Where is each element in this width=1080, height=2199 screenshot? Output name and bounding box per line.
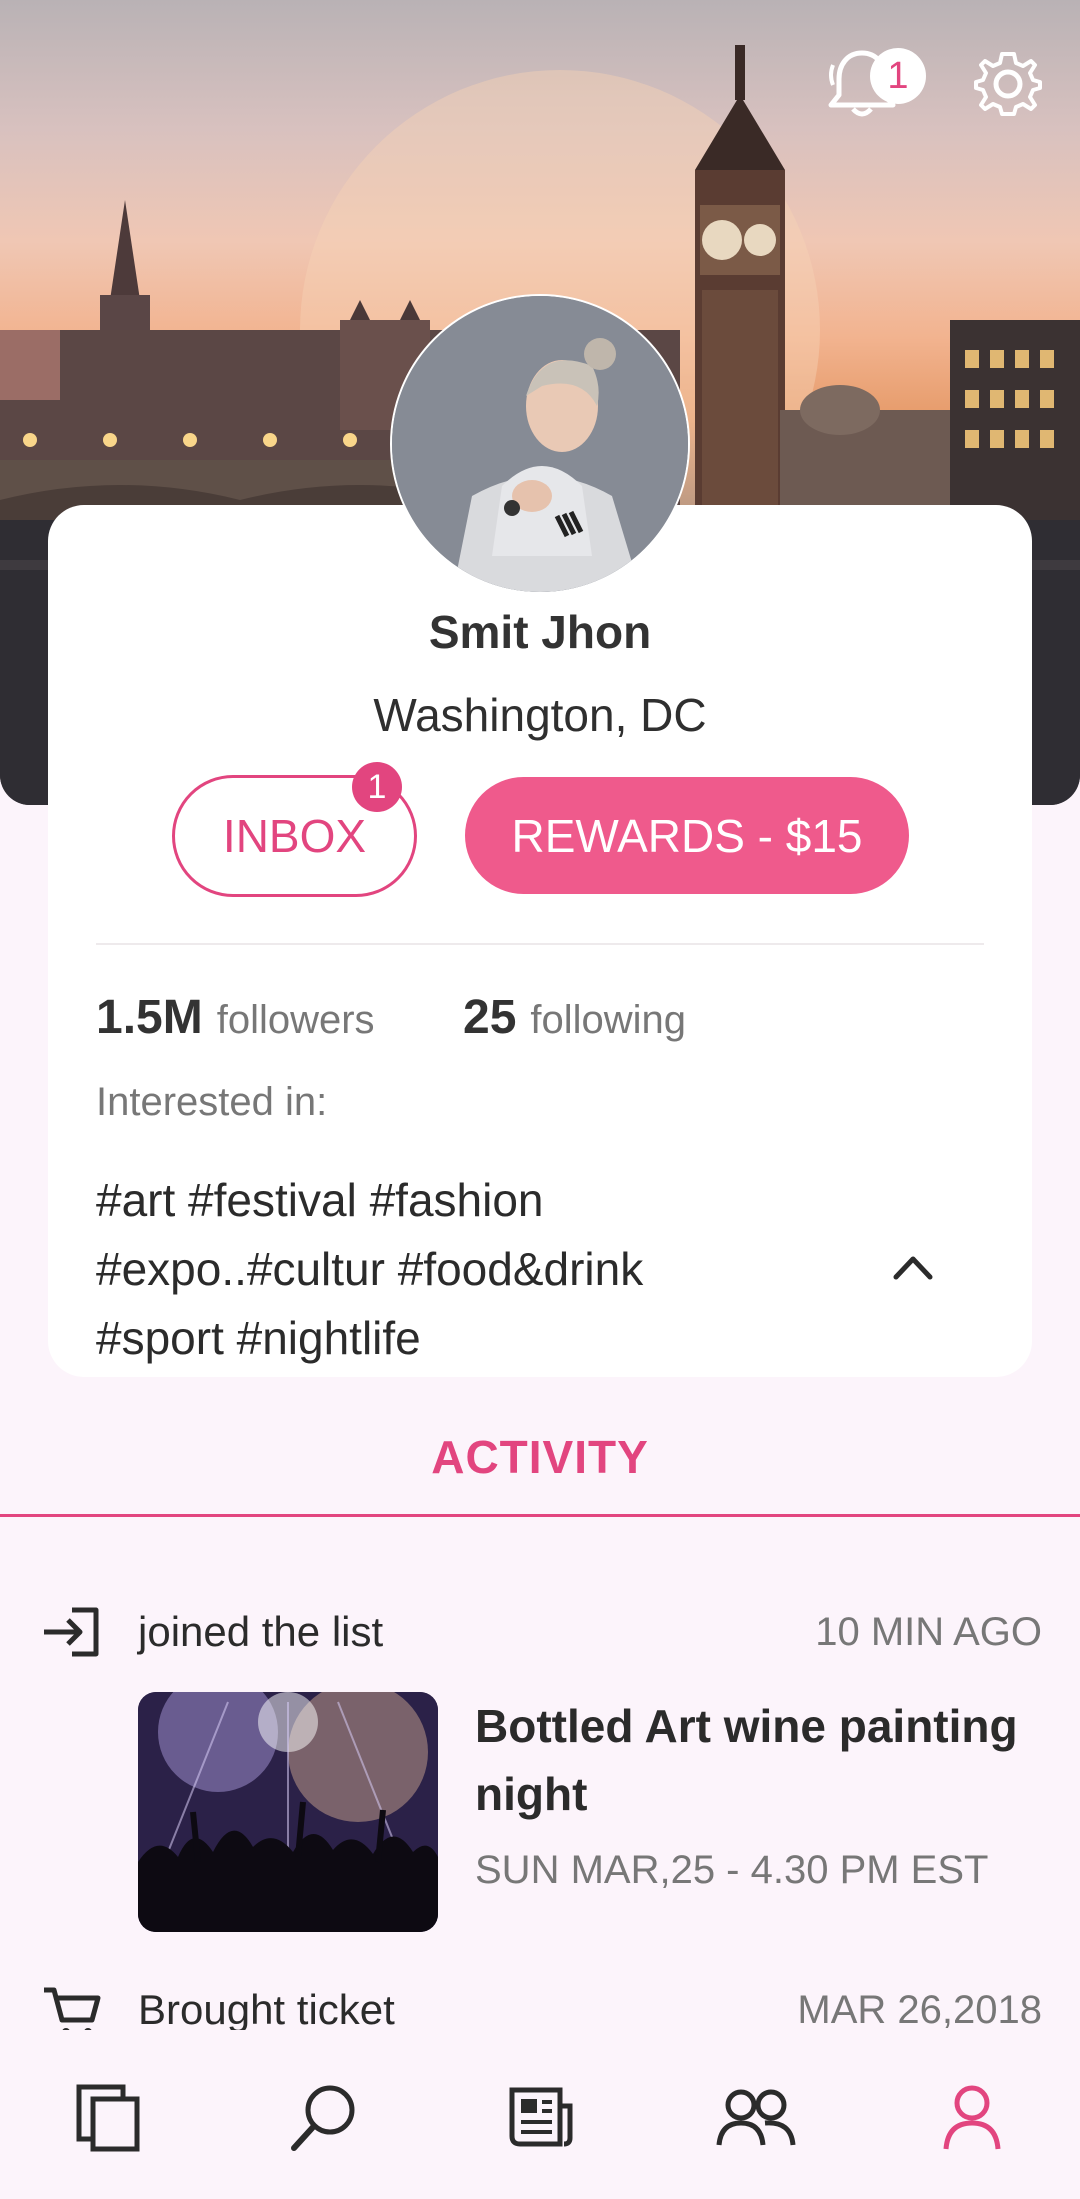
tab-activity[interactable]: ACTIVITY — [0, 1430, 1080, 1484]
nav-news[interactable] — [490, 2068, 590, 2168]
nav-profile[interactable] — [922, 2068, 1022, 2168]
activity-action: Brought ticket — [138, 1986, 395, 2033]
notification-badge: 1 — [870, 48, 926, 104]
activity-time: 10 MIN AGO — [815, 1610, 1042, 1654]
tags-line: #expo..#cultur #food&drink — [96, 1243, 644, 1295]
nav-pages[interactable] — [58, 2068, 158, 2168]
nav-people[interactable] — [706, 2068, 806, 2168]
card-divider — [96, 943, 984, 945]
event-thumbnail[interactable] — [138, 1692, 438, 1932]
nav-search[interactable] — [274, 2068, 374, 2168]
activity-time: MAR 26,2018 — [797, 1988, 1042, 2032]
inbox-badge: 1 — [352, 762, 402, 812]
following-stat[interactable]: 25 following — [463, 990, 686, 1045]
following-label: following — [530, 998, 687, 1042]
activity-tab-indicator — [0, 1514, 1080, 1517]
followers-stat[interactable]: 1.5M followers — [96, 990, 375, 1045]
search-icon — [291, 2085, 355, 2151]
event-title[interactable]: Bottled Art wine painting night — [475, 1692, 1045, 1828]
interested-label: Interested in: — [96, 1080, 328, 1124]
login-icon — [44, 1607, 99, 1657]
rewards-button[interactable]: REWARDS - $15 — [465, 777, 909, 894]
people-icon — [716, 2089, 796, 2146]
gear-icon — [974, 52, 1042, 116]
interest-tags: #art #festival #fashion #expo..#cultur #… — [96, 1166, 796, 1373]
bottom-nav — [0, 2030, 1080, 2199]
profile-location: Washington, DC — [373, 689, 707, 741]
tags-line: #art #festival #fashion — [96, 1174, 544, 1226]
profile-name: Smit Jhon — [428, 606, 652, 658]
news-icon — [509, 2087, 573, 2147]
pages-icon — [76, 2084, 140, 2152]
tags-line: #sport #nightlife — [96, 1312, 421, 1364]
profile-icon — [943, 2085, 1001, 2150]
settings-button[interactable] — [968, 44, 1048, 124]
following-count: 25 — [463, 991, 517, 1044]
avatar — [390, 294, 690, 594]
chevron-up-icon[interactable] — [888, 1247, 938, 1287]
event-date: SUN MAR,25 - 4.30 PM EST — [475, 1848, 989, 1892]
activity-action: joined the list — [138, 1608, 384, 1655]
followers-label: followers — [216, 998, 375, 1042]
rewards-button-label: REWARDS - $15 — [511, 809, 863, 862]
followers-count: 1.5M — [96, 991, 203, 1044]
inbox-button-label: INBOX — [222, 810, 367, 862]
